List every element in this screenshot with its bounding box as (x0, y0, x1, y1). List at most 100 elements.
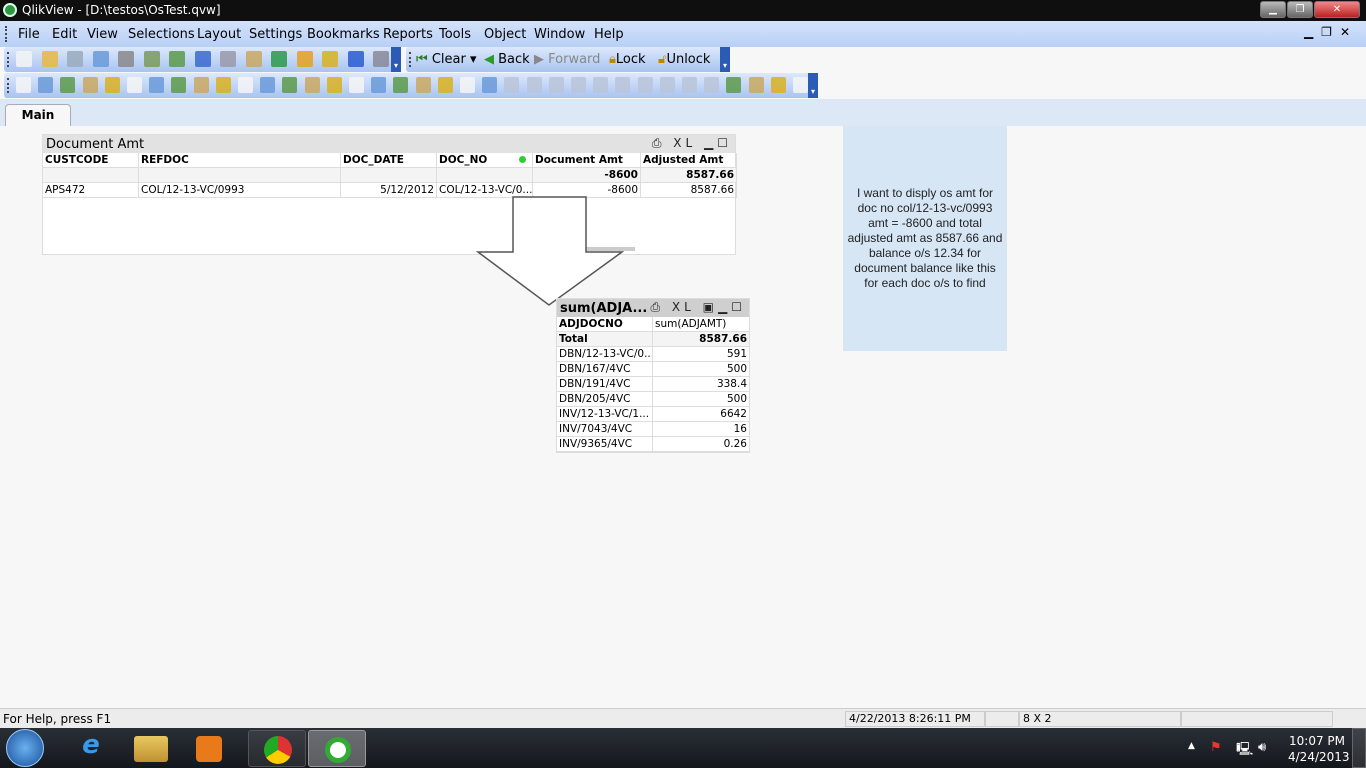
table-cell[interactable]: 5/12/2012 (341, 183, 437, 198)
undo-icon[interactable] (194, 51, 211, 67)
table-cell[interactable]: COL/12-13-VC/0993 (139, 183, 341, 198)
format-painter-icon[interactable] (460, 77, 475, 93)
menu-help[interactable]: Help (594, 27, 624, 42)
column-header-adjusted-amt[interactable]: Adjusted Amt (641, 153, 737, 168)
maximize-icon[interactable]: ☐ (731, 300, 746, 314)
table-cell[interactable]: 16 (653, 422, 750, 437)
menu-window[interactable]: Window (534, 27, 585, 42)
action-center-flag-icon[interactable]: ⚑ (1210, 740, 1222, 755)
star-icon[interactable] (322, 51, 338, 67)
user-icon[interactable] (726, 77, 742, 93)
button-icon[interactable] (260, 77, 276, 93)
multi-box-icon[interactable] (171, 77, 187, 93)
table-cell[interactable]: 0.26 (653, 437, 750, 452)
close-button[interactable]: ✕ (1314, 1, 1360, 18)
file-explorer-icon[interactable] (134, 736, 168, 762)
table-cell[interactable]: INV/7043/4VC (557, 422, 653, 437)
search-icon[interactable] (245, 51, 262, 67)
menu-selections[interactable]: Selections (128, 27, 195, 42)
line-arrow-icon[interactable] (304, 77, 320, 93)
restore-button[interactable]: ❐ (1287, 1, 1313, 18)
custom-object-icon[interactable] (415, 77, 431, 93)
table-cell[interactable]: 6642 (653, 407, 750, 422)
align-right-icon[interactable] (548, 77, 564, 93)
slider-icon[interactable] (326, 77, 342, 93)
column-header-adjdocno[interactable]: ADJDOCNO (557, 317, 653, 332)
adjustment-straight-table[interactable]: sum(ADJA... ⎙ XL ▣▁☐ ADJDOCNO sum(ADJAMT)… (556, 298, 750, 453)
table-cell[interactable]: DBN/167/4VC (557, 362, 653, 377)
minimize-button[interactable]: ▁ (1260, 1, 1286, 18)
network-icon[interactable]: 🖳︎ (1236, 740, 1253, 762)
forward-button[interactable]: ▶ Forward (534, 52, 600, 67)
menu-tools[interactable]: Tools (439, 27, 471, 42)
document-properties-icon[interactable] (748, 77, 764, 93)
clear-button[interactable]: ⏮ Clear ▾ (416, 52, 477, 67)
chart-icon[interactable] (193, 77, 209, 93)
menu-reports[interactable]: Reports (383, 27, 433, 42)
help-icon[interactable] (347, 51, 364, 67)
listbox-icon[interactable] (104, 77, 120, 93)
print-icon[interactable]: ⎙ (652, 136, 666, 150)
qlikview-taskbar-button[interactable] (308, 730, 366, 767)
back-button[interactable]: ◀ Back (484, 52, 530, 67)
current-selections-icon[interactable] (238, 77, 253, 93)
input-box-icon[interactable] (215, 77, 231, 93)
text-object-icon[interactable] (282, 77, 298, 93)
menu-file[interactable]: File (18, 27, 40, 42)
bookmark-object-icon[interactable] (349, 77, 364, 93)
print-icon[interactable]: ⎙ (650, 300, 664, 314)
align-bottom-icon[interactable] (571, 77, 586, 93)
redo-icon[interactable] (220, 51, 236, 67)
checkbox-icon[interactable] (271, 51, 287, 67)
table-cell[interactable]: INV/12-13-VC/1... (557, 407, 653, 422)
chrome-taskbar-button[interactable] (248, 730, 306, 767)
reload-data-icon[interactable] (169, 51, 185, 67)
toolbar-overflow-button[interactable]: ▾ (808, 73, 818, 98)
align-top-icon[interactable] (615, 77, 631, 93)
grid-icon[interactable] (482, 77, 498, 93)
search-object-icon[interactable] (371, 77, 387, 93)
edit-icon[interactable] (770, 77, 786, 93)
align-left-icon[interactable] (504, 77, 520, 93)
container-icon[interactable] (393, 77, 409, 93)
statistics-box-icon[interactable] (127, 77, 142, 93)
column-header-doc-date[interactable]: DOC_DATE (341, 153, 437, 168)
minimize-icon[interactable]: ▁ (718, 300, 731, 314)
show-desktop-button[interactable] (1352, 728, 1366, 768)
promote-sheet-icon[interactable] (38, 77, 54, 93)
menu-layout[interactable]: Layout (197, 27, 241, 42)
space-vertical-icon[interactable] (659, 77, 675, 93)
column-header-custcode[interactable]: CUSTCODE (43, 153, 139, 168)
document-window-controls[interactable]: ▁❐✕ (1304, 25, 1358, 39)
open-icon[interactable] (41, 51, 58, 67)
align-center-icon[interactable] (526, 77, 542, 93)
align-middle-icon[interactable] (593, 77, 609, 93)
media-player-icon[interactable] (196, 736, 222, 762)
table-cell[interactable]: 591 (653, 347, 750, 362)
menu-object[interactable]: Object (484, 27, 526, 42)
internet-explorer-icon[interactable]: e (62, 730, 120, 767)
column-header-sum-adjamt-[interactable]: sum(ADJAMT) (653, 317, 750, 332)
table-cell[interactable]: 500 (653, 392, 750, 407)
menu-view[interactable]: View (87, 27, 118, 42)
send-to-excel-icon[interactable]: XL (672, 300, 695, 314)
chart-icon[interactable] (296, 51, 313, 67)
table-box-icon[interactable] (149, 77, 165, 93)
adjust-top-icon[interactable] (704, 77, 720, 93)
column-header-refdoc[interactable]: REFDOC (139, 153, 341, 168)
search-indicator-icon[interactable] (519, 156, 526, 163)
new-sheet-icon[interactable] (16, 77, 31, 93)
table-cell[interactable]: APS472 (43, 183, 139, 198)
space-horizontal-icon[interactable] (637, 77, 653, 93)
clock[interactable]: 10:07 PM 4/24/2013 (1288, 733, 1350, 765)
menu-bookmarks[interactable]: Bookmarks (307, 27, 380, 42)
send-to-excel-icon[interactable]: XL (673, 136, 696, 150)
column-header-document-amt[interactable]: Document Amt (533, 153, 641, 168)
demote-sheet-icon[interactable] (60, 77, 76, 93)
table-cell[interactable]: INV/9365/4VC (557, 437, 653, 452)
table-cell[interactable]: DBN/191/4VC (557, 377, 653, 392)
object-tree-icon[interactable] (793, 77, 808, 93)
table-cell[interactable]: DBN/12-13-VC/0... (557, 347, 653, 362)
edit-script-icon[interactable] (143, 51, 160, 67)
context-help-icon[interactable] (373, 51, 389, 67)
